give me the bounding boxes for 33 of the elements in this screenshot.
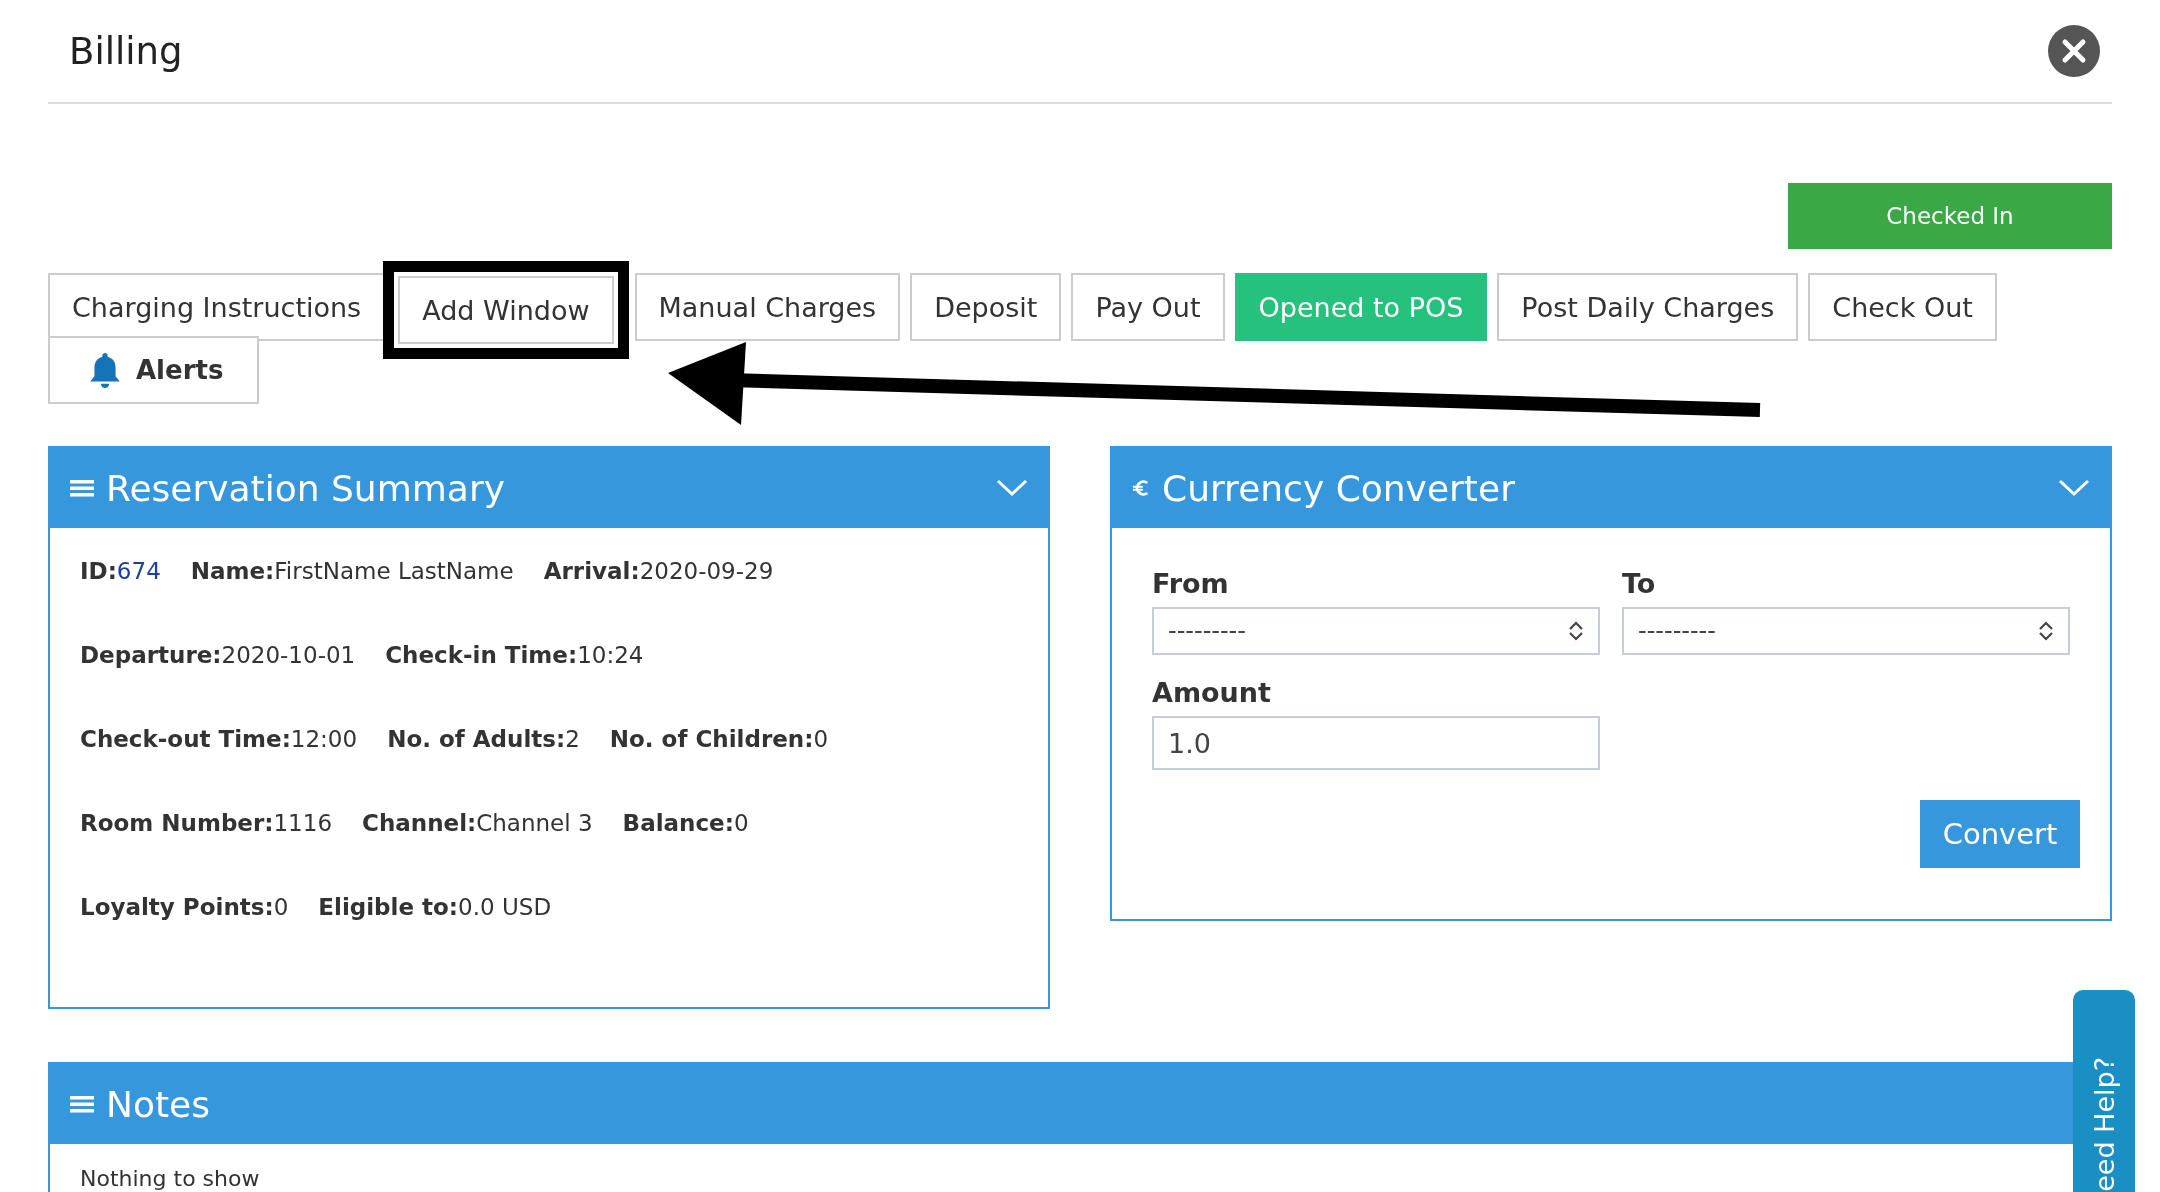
- field-label: Room Number:: [80, 810, 274, 836]
- field-value: 0: [813, 726, 829, 752]
- field-label: ID:: [80, 558, 117, 584]
- field-label: From: [1152, 568, 1230, 599]
- field-label: No. of Children:: [609, 726, 814, 752]
- field-label: Check-out Time:: [80, 726, 291, 752]
- empty-message: Nothing to show: [80, 1166, 260, 1191]
- field-label: Channel:: [362, 810, 477, 836]
- field-value: 12:00: [290, 726, 358, 752]
- panel-title: Currency Converter: [1162, 467, 1516, 509]
- panel-title: Notes: [106, 1083, 211, 1125]
- field-label: Check-in Time:: [385, 642, 578, 668]
- field-label: Loyalty Points:: [80, 894, 274, 920]
- field-value: 0: [273, 894, 289, 920]
- panel-title: Reservation Summary: [106, 467, 506, 509]
- field-value: 0: [733, 810, 749, 836]
- dialog-title: Billing: [69, 29, 183, 73]
- field-label: Departure:: [80, 642, 222, 668]
- field-value: 2020-10-01: [221, 642, 356, 668]
- field-label: Amount: [1152, 677, 1272, 708]
- field-value: 2: [565, 726, 580, 752]
- field-label: Eligible to:: [318, 894, 459, 920]
- field-value: Channel 3: [476, 810, 593, 836]
- field-label: To: [1622, 568, 1657, 599]
- field-value: 10:24: [577, 642, 644, 668]
- field-label: No. of Adults:: [387, 726, 566, 752]
- field-label: Name:: [190, 558, 275, 584]
- field-value: 0.0 USD: [458, 894, 552, 920]
- field-label: Arrival:: [543, 558, 640, 584]
- field-value: FirstName LastName: [274, 558, 514, 584]
- field-label: Balance:: [622, 810, 734, 836]
- field-value: 1116: [273, 810, 333, 836]
- field-value: 2020-09-29: [639, 558, 774, 584]
